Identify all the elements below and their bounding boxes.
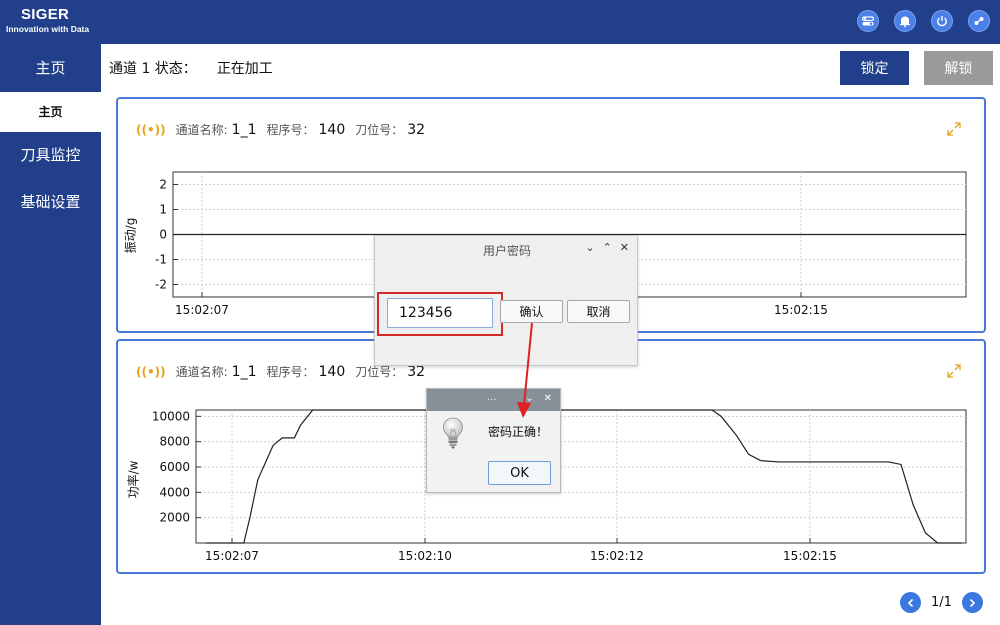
y-tick-label: 6000	[159, 460, 190, 474]
dialog-titlebar: ... ⌄ ✕	[427, 389, 560, 411]
result-dialog: ... ⌄ ✕ 密码正确！ OK	[426, 388, 561, 493]
status-label: 通道 1 状态：	[109, 61, 197, 77]
lock-button[interactable]: 锁定	[840, 51, 909, 85]
y-tick-label: -2	[155, 278, 167, 292]
y-tick-label: 8000	[159, 435, 190, 449]
series-line	[206, 409, 962, 544]
sidebar-item-basic-settings[interactable]: 基础设置	[0, 179, 101, 226]
x-tick-label: 15:02:15	[774, 303, 828, 317]
x-tick-label: 15:02:07	[205, 549, 259, 563]
sidebar-item-tool-monitor[interactable]: 刀具监控	[0, 132, 101, 179]
chevron-up-icon[interactable]: ⌃	[603, 241, 612, 254]
sidebar-subitem-home[interactable]: 主页	[0, 92, 101, 132]
password-dialog: 用户密码 ⌄ ⌃ ✕ 确认 取消	[374, 235, 638, 366]
highlight-frame	[377, 292, 503, 336]
y-tick-label: 10000	[152, 409, 190, 423]
cancel-button[interactable]: 取消	[567, 300, 630, 323]
next-page-button[interactable]	[961, 592, 983, 613]
status-value: 正在加工	[216, 61, 273, 77]
confirm-button[interactable]: 确认	[500, 300, 563, 323]
chevron-down-icon[interactable]: ⌄	[585, 241, 594, 254]
password-input[interactable]	[387, 298, 493, 328]
top-bar: SIGER Innovation with Data	[0, 0, 1000, 44]
chevron-down-icon[interactable]: ⌄	[525, 393, 533, 404]
dialog-message: 密码正确！	[488, 425, 549, 439]
unlock-button[interactable]: 解锁	[924, 51, 993, 85]
toggle-icon[interactable]	[857, 10, 879, 32]
x-tick-label: 15:02:07	[175, 303, 229, 317]
bell-icon[interactable]	[894, 10, 916, 32]
sidebar-item-home[interactable]: 主页	[0, 44, 101, 92]
x-tick-label: 15:02:12	[590, 549, 644, 563]
y-tick-label: 2	[159, 178, 167, 192]
dialog-title: ...	[487, 392, 497, 403]
y-tick-label: 2000	[159, 511, 190, 525]
sidebar: 主页 主页 刀具监控 基础设置	[0, 44, 101, 625]
brand-tagline: Innovation with Data	[6, 24, 90, 34]
lightbulb-icon	[442, 417, 464, 453]
y-tick-label: 1	[159, 203, 167, 217]
power-icon[interactable]	[931, 10, 953, 32]
page-indicator: 1/1	[931, 595, 952, 610]
brand-name: SIGER	[21, 6, 70, 23]
x-tick-label: 15:02:15	[783, 549, 837, 563]
x-tick-label: 15:02:10	[398, 549, 452, 563]
y-tick-label: 4000	[159, 485, 190, 499]
previous-page-button[interactable]	[900, 592, 921, 613]
close-icon[interactable]: ✕	[544, 393, 552, 404]
connection-icon[interactable]	[968, 10, 990, 32]
y-tick-label: 0	[159, 228, 167, 242]
pagination: 1/1	[900, 592, 983, 613]
close-icon[interactable]: ✕	[620, 241, 629, 254]
ok-button[interactable]: OK	[488, 461, 551, 485]
plot-frame	[195, 409, 967, 544]
y-tick-label: -1	[155, 253, 167, 267]
brand-logo: SIGER Innovation with Data	[6, 6, 89, 34]
channel-status: 通道 1 状态： 正在加工	[109, 58, 273, 78]
